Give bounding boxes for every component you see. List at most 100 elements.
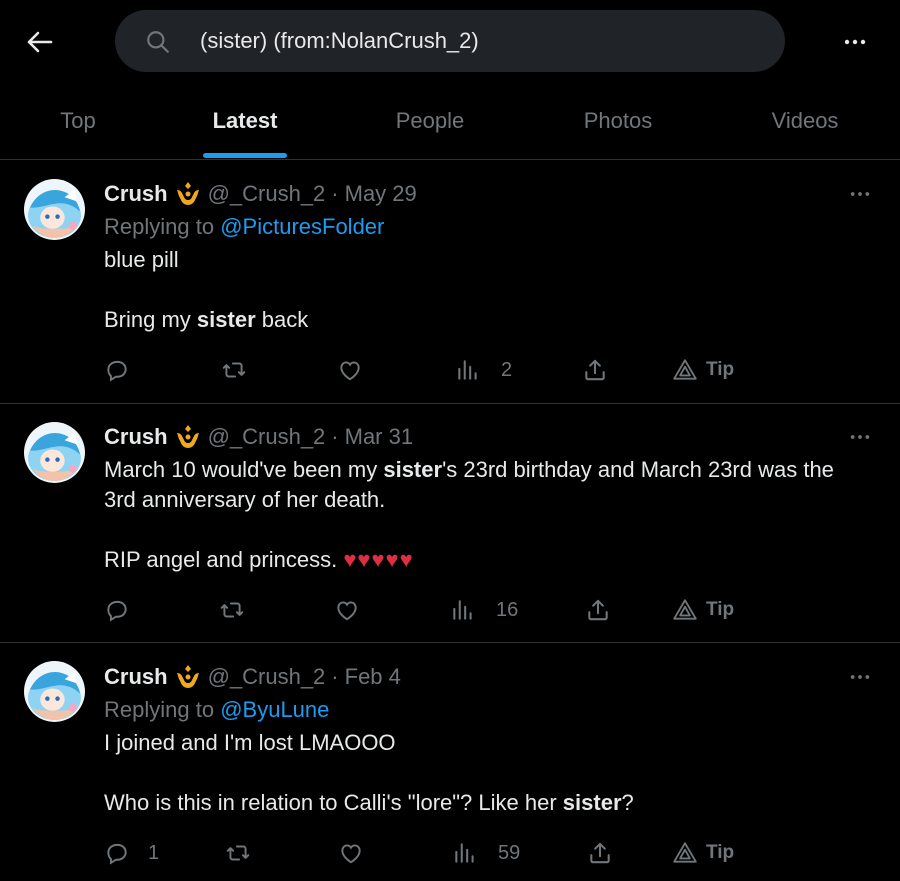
tweet-text-line: March 10 would've been my sister's 23rd … bbox=[104, 455, 834, 485]
tab-label: Videos bbox=[771, 108, 839, 133]
share-icon bbox=[585, 597, 611, 623]
tab-top[interactable]: Top bbox=[28, 90, 128, 160]
text-segment: March 10 would've been my bbox=[104, 457, 384, 482]
views-button[interactable]: 16 bbox=[450, 597, 518, 623]
reply-button[interactable] bbox=[104, 597, 150, 623]
retweet-button[interactable] bbox=[219, 597, 265, 623]
arrow-left-icon bbox=[27, 31, 53, 53]
tip-icon bbox=[672, 597, 698, 623]
text-segment: Who is this in relation to Calli's "lore… bbox=[104, 790, 563, 815]
tip-button[interactable]: Tip bbox=[672, 597, 734, 623]
retweet-icon bbox=[221, 357, 247, 383]
more-options-button[interactable] bbox=[835, 24, 875, 60]
share-button[interactable] bbox=[585, 597, 611, 623]
tab-latest[interactable]: Latest bbox=[185, 90, 305, 160]
user-handle[interactable]: @_Crush_2 bbox=[208, 424, 326, 450]
text-segment: back bbox=[255, 307, 309, 332]
search-box[interactable] bbox=[115, 10, 785, 72]
retweet-button[interactable] bbox=[225, 840, 271, 866]
heart-icon bbox=[338, 840, 364, 866]
tweet[interactable]: Crush @_Crush_2 · May 29 Replying to @Pi… bbox=[0, 161, 900, 404]
tip-icon bbox=[672, 840, 698, 866]
tab-people[interactable]: People bbox=[370, 90, 490, 160]
tweet-more-button[interactable] bbox=[845, 427, 875, 447]
avatar[interactable] bbox=[24, 661, 85, 722]
replying-to-line: Replying to @PicturesFolder bbox=[104, 214, 384, 240]
more-dots-icon bbox=[849, 433, 871, 441]
display-name[interactable]: Crush bbox=[104, 424, 168, 450]
user-handle[interactable]: @_Crush_2 bbox=[208, 664, 326, 690]
tab-videos[interactable]: Videos bbox=[745, 90, 865, 160]
tweet-text-line: blue pill bbox=[104, 247, 179, 272]
separator-dot: · bbox=[331, 181, 339, 206]
tweet-text-line: Who is this in relation to Calli's "lore… bbox=[104, 788, 634, 818]
replying-to-line: Replying to @ByuLune bbox=[104, 697, 329, 723]
views-button[interactable]: 2 bbox=[455, 357, 512, 383]
replying-prefix: Replying to bbox=[104, 697, 215, 722]
reply-button[interactable]: 1 bbox=[104, 840, 159, 866]
tweet-date[interactable]: Feb 4 bbox=[345, 664, 401, 690]
retweet-button[interactable] bbox=[221, 357, 267, 383]
tab-label: Photos bbox=[583, 108, 653, 133]
search-tabs: Top Latest People Photos Videos bbox=[0, 90, 900, 160]
more-dots-icon bbox=[843, 38, 867, 46]
view-count: 59 bbox=[498, 841, 521, 864]
search-highlight: sister bbox=[196, 307, 256, 332]
affiliate-badge-icon bbox=[174, 181, 202, 207]
reply-icon bbox=[104, 357, 130, 383]
tweet-more-button[interactable] bbox=[845, 184, 875, 204]
tab-photos[interactable]: Photos bbox=[558, 90, 678, 160]
reply-icon bbox=[104, 597, 130, 623]
share-button[interactable] bbox=[587, 840, 613, 866]
heart-emojis: ♥♥♥♥♥ bbox=[343, 547, 414, 572]
tip-label: Tip bbox=[706, 842, 735, 863]
tip-button[interactable]: Tip bbox=[672, 357, 734, 383]
bar-chart-icon bbox=[452, 840, 478, 866]
user-handle[interactable]: @_Crush_2 bbox=[208, 181, 326, 207]
back-button[interactable] bbox=[22, 24, 58, 60]
reply-mention-link[interactable]: @PicturesFolder bbox=[220, 214, 384, 239]
like-button[interactable] bbox=[334, 597, 380, 623]
replying-prefix: Replying to bbox=[104, 214, 215, 239]
views-button[interactable]: 59 bbox=[452, 840, 520, 866]
retweet-icon bbox=[225, 840, 251, 866]
reply-button[interactable] bbox=[104, 357, 150, 383]
tab-label: Top bbox=[60, 108, 96, 133]
active-tab-indicator bbox=[203, 153, 287, 158]
search-header: Top Latest People Photos Videos bbox=[0, 0, 900, 160]
view-count: 16 bbox=[496, 598, 519, 621]
search-input[interactable] bbox=[200, 10, 760, 72]
tweet-date[interactable]: Mar 31 bbox=[345, 424, 413, 450]
tip-icon bbox=[672, 357, 698, 383]
display-name[interactable]: Crush bbox=[104, 181, 168, 207]
like-button[interactable] bbox=[337, 357, 383, 383]
tweet-more-button[interactable] bbox=[845, 667, 875, 687]
separator-dot: · bbox=[331, 664, 339, 689]
text-segment: Bring my bbox=[104, 307, 197, 332]
avatar[interactable] bbox=[24, 179, 85, 240]
reply-count: 1 bbox=[148, 841, 160, 864]
tweet[interactable]: Crush @_Crush_2 · Feb 4 Replying to @Byu… bbox=[0, 643, 900, 881]
more-dots-icon bbox=[849, 673, 871, 681]
tab-label: People bbox=[395, 108, 465, 133]
tip-label: Tip bbox=[706, 359, 735, 380]
tweet-text-line: Bring my sister back bbox=[104, 305, 308, 335]
text-segment: RIP angel and princess. bbox=[104, 547, 338, 572]
tweet[interactable]: Crush @_Crush_2 · Mar 31 March 10 would'… bbox=[0, 404, 900, 643]
bar-chart-icon bbox=[455, 357, 481, 383]
search-highlight: sister bbox=[562, 790, 622, 815]
tip-button[interactable]: Tip bbox=[672, 840, 734, 866]
reply-mention-link[interactable]: @ByuLune bbox=[220, 697, 329, 722]
tweet-date[interactable]: May 29 bbox=[345, 181, 417, 207]
share-button[interactable] bbox=[582, 357, 608, 383]
search-icon bbox=[147, 31, 169, 53]
reply-icon bbox=[104, 840, 130, 866]
separator-dot: · bbox=[331, 424, 339, 449]
tab-label: Latest bbox=[212, 108, 278, 133]
heart-icon bbox=[337, 357, 363, 383]
view-count: 2 bbox=[501, 358, 513, 381]
avatar[interactable] bbox=[24, 422, 85, 483]
tweet-text-line: RIP angel and princess. ♥♥♥♥♥ bbox=[104, 545, 414, 575]
display-name[interactable]: Crush bbox=[104, 664, 168, 690]
like-button[interactable] bbox=[338, 840, 384, 866]
